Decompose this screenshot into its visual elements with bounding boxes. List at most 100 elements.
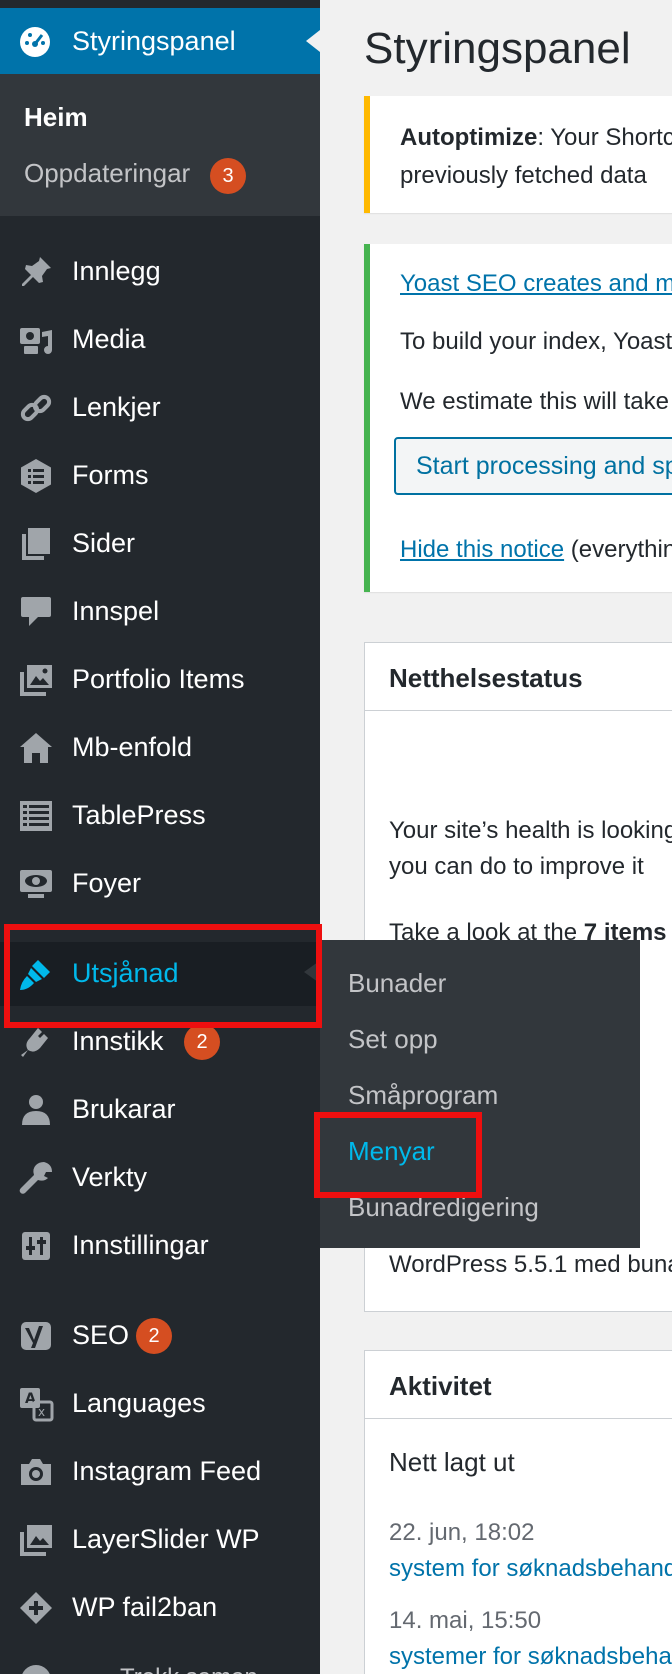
plugins-update-badge: 2 xyxy=(184,1024,220,1060)
sidebar-item-label: SEO xyxy=(72,1320,130,1350)
activity-post-link[interactable]: system for søknadsbehandling xyxy=(389,1555,672,1583)
sidebar-item-pages[interactable]: Sider xyxy=(0,512,320,576)
camera-icon xyxy=(18,1454,54,1490)
page-title: Styringspanel xyxy=(364,24,631,73)
submenu-themes[interactable]: Bunader xyxy=(348,968,446,999)
sidebar-item-comments[interactable]: Innspel xyxy=(0,580,320,644)
activity-date: 14. mai, 15:50 xyxy=(389,1607,542,1634)
yoast-indexing-notice: Yoast SEO creates and maintains To build… xyxy=(364,244,672,592)
home-icon xyxy=(18,730,54,766)
sidebar-item-label: Sider xyxy=(72,528,136,558)
autoptimize-text: : Your Shortcode xyxy=(537,124,672,151)
sidebar-item-mb-enfold[interactable]: Mb-enfold xyxy=(0,716,320,780)
submenu-home[interactable]: Heim xyxy=(24,102,88,133)
foyer-icon xyxy=(18,866,54,902)
pages-icon xyxy=(18,526,54,562)
user-icon xyxy=(18,1092,54,1128)
site-health-text: Your site’s health is looking xyxy=(389,817,672,844)
sidebar-item-instagram-feed[interactable]: Instagram Feed xyxy=(0,1440,320,1504)
wrench-icon xyxy=(18,1160,54,1196)
forms-icon xyxy=(18,458,54,494)
comment-icon xyxy=(18,594,54,630)
admin-sidebar: Styringspanel Heim Oppdateringar 3 Innle… xyxy=(0,0,320,1674)
submenu-updates[interactable]: Oppdateringar xyxy=(24,158,190,189)
flyout-arrow xyxy=(304,962,318,982)
sidebar-item-plugins[interactable]: Innstikk 2 xyxy=(0,1010,320,1074)
updates-count-badge: 3 xyxy=(210,158,246,194)
sidebar-item-wp-fail2ban[interactable]: WP fail2ban xyxy=(0,1576,320,1640)
submenu-customize[interactable]: Set opp xyxy=(348,1024,438,1055)
sidebar-item-posts[interactable]: Innlegg xyxy=(0,240,320,304)
sidebar-item-label: Portfolio Items xyxy=(72,664,245,694)
dashboard-gauge-icon xyxy=(18,25,52,59)
autoptimize-notice-line1: Autoptimize: Your Shortcode xyxy=(400,124,672,152)
sidebar-item-foyer[interactable]: Foyer xyxy=(0,852,320,916)
media-icon xyxy=(18,322,54,358)
yoast-notice-link[interactable]: Yoast SEO creates and maintains xyxy=(400,270,672,297)
hide-notice-link[interactable]: Hide this notice xyxy=(400,536,564,563)
sidebar-item-label: TablePress xyxy=(72,800,206,830)
sidebar-collapse-menu[interactable]: Trekk saman xyxy=(0,1648,320,1674)
site-health-title[interactable]: Netthelsestatus xyxy=(365,643,672,711)
translate-icon: Ax xyxy=(18,1386,54,1422)
paintbrush-icon xyxy=(18,956,54,992)
current-page-arrow xyxy=(306,30,320,52)
wordpress-version-text: WordPress 5.5.1 med bunaden xyxy=(389,1251,672,1278)
sidebar-item-settings[interactable]: Innstillingar xyxy=(0,1214,320,1278)
settings-icon xyxy=(18,1228,54,1264)
sidebar-item-label: Innspel xyxy=(72,596,160,626)
sidebar-item-label: Foyer xyxy=(72,868,142,898)
sidebar-item-label: Instagram Feed xyxy=(72,1456,262,1486)
svg-text:x: x xyxy=(38,1405,45,1419)
sidebar-item-label: Utsjånad xyxy=(72,958,179,988)
start-processing-button[interactable]: Start processing and speed up xyxy=(394,437,672,495)
sidebar-item-users[interactable]: Brukarar xyxy=(0,1078,320,1142)
submenu-widgets[interactable]: Småprogram xyxy=(348,1080,498,1111)
sidebar-item-label: Languages xyxy=(72,1388,206,1418)
shield-icon xyxy=(18,1590,54,1626)
submenu-theme-editor[interactable]: Bunadredigering xyxy=(348,1192,539,1223)
autoptimize-notice: Autoptimize: Your Shortcode previously f… xyxy=(364,96,672,213)
sidebar-item-label: Innstikk xyxy=(72,1026,164,1056)
link-icon xyxy=(18,390,54,426)
yoast-estimate-text: We estimate this will take xyxy=(400,388,669,415)
main-content: Styringspanel Autoptimize: Your Shortcod… xyxy=(320,0,672,1674)
yoast-icon xyxy=(18,1318,54,1354)
autoptimize-notice-line2: previously fetched data xyxy=(400,162,647,189)
activity-title[interactable]: Aktivitet xyxy=(365,1351,672,1419)
sidebar-item-languages[interactable]: Ax Languages xyxy=(0,1372,320,1436)
sidebar-item-label: Verkty xyxy=(72,1162,148,1192)
hide-notice-text: (everything xyxy=(570,536,672,563)
sidebar-item-media[interactable]: Media xyxy=(0,308,320,372)
sidebar-item-label: Trekk saman xyxy=(120,1664,258,1674)
sidebar-item-tools[interactable]: Verkty xyxy=(0,1146,320,1210)
sidebar-item-label: Lenkjer xyxy=(72,392,161,422)
sidebar-item-tablepress[interactable]: TablePress xyxy=(0,784,320,848)
activity-post-link[interactable]: systemer for søknadsbehandling xyxy=(389,1643,672,1671)
seo-notification-badge: 2 xyxy=(136,1318,172,1354)
portfolio-icon xyxy=(18,662,54,698)
sidebar-item-portfolio[interactable]: Portfolio Items xyxy=(0,648,320,712)
sidebar-item-label: Forms xyxy=(72,460,149,490)
layers-icon xyxy=(18,1522,54,1558)
plugin-icon xyxy=(18,1024,54,1060)
sidebar-item-forms[interactable]: Forms xyxy=(0,444,320,508)
sidebar-item-label: WP fail2ban xyxy=(72,1592,218,1622)
table-icon xyxy=(18,798,54,834)
sidebar-item-seo[interactable]: SEO 2 xyxy=(0,1304,320,1368)
sidebar-item-layerslider[interactable]: LayerSlider WP xyxy=(0,1508,320,1572)
sidebar-item-label: Mb-enfold xyxy=(72,732,193,762)
submenu-menus[interactable]: Menyar xyxy=(348,1136,435,1167)
sidebar-item-label: Innstillingar xyxy=(72,1230,209,1260)
sidebar-item-appearance[interactable]: Utsjånad xyxy=(0,942,320,1006)
sidebar-item-links[interactable]: Lenkjer xyxy=(0,376,320,440)
sidebar-item-label: Brukarar xyxy=(72,1094,176,1124)
activity-subtitle: Nett lagt ut xyxy=(389,1447,515,1477)
sidebar-item-label: LayerSlider WP xyxy=(72,1524,260,1554)
sidebar-item-label: Innlegg xyxy=(72,256,161,286)
sidebar-item-dashboard[interactable]: Styringspanel xyxy=(0,8,320,74)
activity-widget: Aktivitet Nett lagt ut 22. jun, 18:02 sy… xyxy=(364,1350,672,1674)
sidebar-item-label: Styringspanel xyxy=(72,26,236,56)
appearance-flyout-submenu: Bunader Set opp Småprogram Menyar Bunadr… xyxy=(320,940,640,1248)
activity-date: 22. jun, 18:02 xyxy=(389,1519,535,1546)
